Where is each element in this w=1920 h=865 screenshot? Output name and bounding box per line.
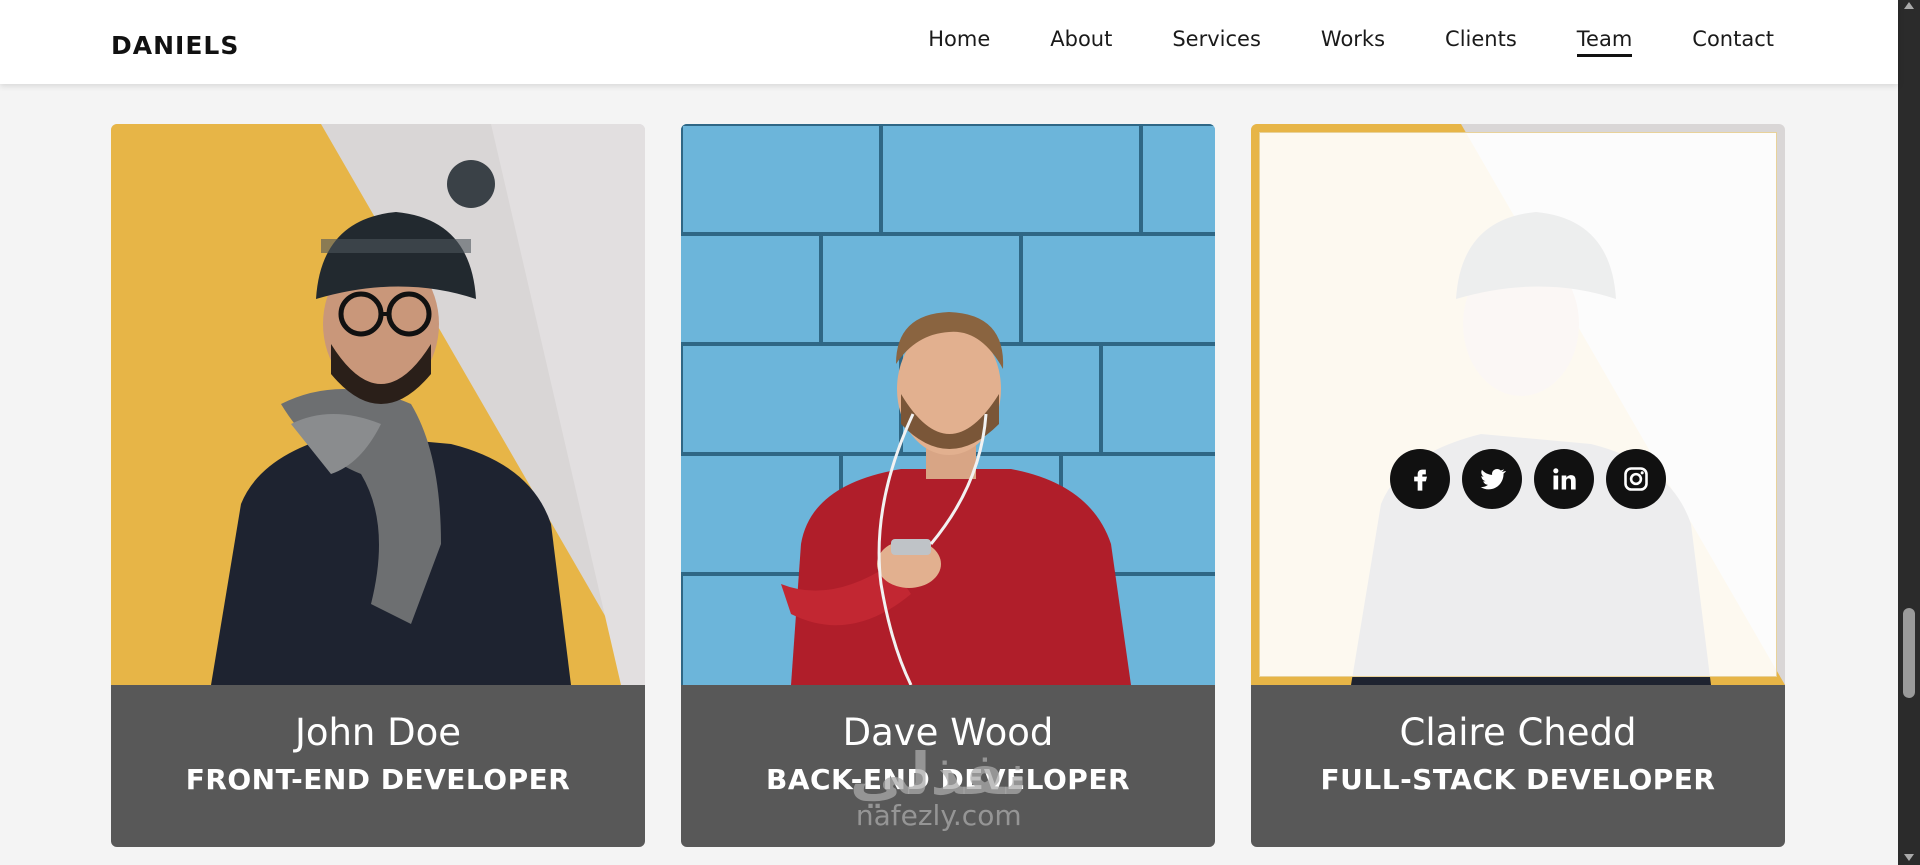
team-member-info: Claire Chedd FULL-STACK DEVELOPER — [1251, 685, 1785, 847]
main-nav: Home About Services Works Clients Team C… — [928, 27, 1774, 57]
team-member-role: FRONT-END DEVELOPER — [185, 763, 571, 796]
site-logo[interactable]: DANIELS — [111, 31, 239, 60]
portrait-illustration — [111, 124, 645, 685]
facebook-icon[interactable] — [1390, 449, 1450, 509]
nav-team[interactable]: Team — [1576, 27, 1632, 57]
team-member-role: FULL-STACK DEVELOPER — [1320, 763, 1716, 796]
team-card[interactable]: Claire Chedd FULL-STACK DEVELOPER — [1251, 124, 1785, 847]
social-overlay — [1259, 132, 1777, 677]
scroll-down-icon[interactable] — [1904, 854, 1914, 861]
watermark: نفذلي nafezly.com — [850, 745, 1027, 832]
social-links — [1390, 449, 1666, 509]
nav-home[interactable]: Home — [928, 27, 990, 57]
linkedin-icon[interactable] — [1534, 449, 1594, 509]
nav-contact[interactable]: Contact — [1692, 27, 1774, 57]
site-header: DANIELS Home About Services Works Client… — [0, 0, 1898, 84]
team-card[interactable]: John Doe FRONT-END DEVELOPER — [111, 124, 645, 847]
nav-clients[interactable]: Clients — [1445, 27, 1517, 57]
nav-works[interactable]: Works — [1321, 27, 1385, 57]
instagram-icon[interactable] — [1606, 449, 1666, 509]
team-member-photo — [1251, 124, 1785, 685]
team-member-name: John Doe — [294, 711, 462, 754]
team-member-photo — [681, 124, 1215, 685]
scroll-up-icon[interactable] — [1904, 2, 1914, 9]
twitter-icon[interactable] — [1462, 449, 1522, 509]
team-card[interactable]: Dave Wood BACK-END DEVELOPER — [681, 124, 1215, 847]
vertical-scrollbar[interactable] — [1898, 0, 1920, 865]
watermark-arabic: نفذلي — [850, 740, 1028, 808]
team-member-name: Claire Chedd — [1399, 711, 1637, 754]
team-member-info: John Doe FRONT-END DEVELOPER — [111, 685, 645, 847]
nav-about[interactable]: About — [1050, 27, 1112, 57]
team-member-photo — [111, 124, 645, 685]
watermark-latin: nafezly.com — [855, 799, 1022, 832]
scroll-thumb[interactable] — [1903, 608, 1915, 698]
nav-services[interactable]: Services — [1172, 27, 1261, 57]
portrait-illustration — [681, 124, 1215, 685]
